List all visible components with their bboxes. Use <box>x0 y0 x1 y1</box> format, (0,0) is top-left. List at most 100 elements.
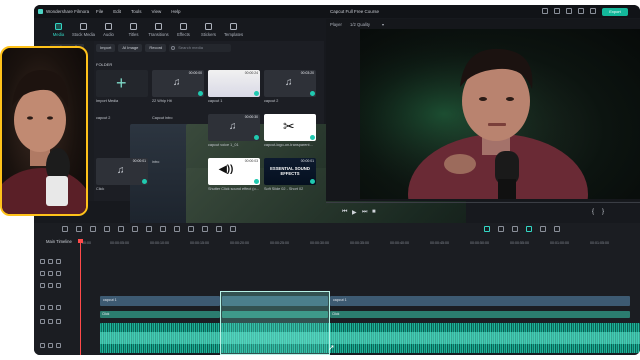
add-icon <box>96 70 148 97</box>
main-timeline-label[interactable]: Main Timeline <box>46 239 72 244</box>
play-icon[interactable]: ▶ <box>352 209 357 216</box>
mark-out-icon[interactable]: } <box>602 209 604 215</box>
select-tool-icon[interactable] <box>62 226 68 232</box>
audio-icon <box>105 23 112 30</box>
time-ruler[interactable]: 00:00 00:00:05:00 00:00:10:00 00:00:15:0… <box>80 241 640 249</box>
folder-label: FOLDER <box>96 62 113 67</box>
snap-icon[interactable] <box>526 226 532 232</box>
prev-frame-icon[interactable]: ⏮ <box>342 209 347 216</box>
media-item[interactable]: 00:00:28intro <box>152 158 466 338</box>
tab-stock-media[interactable]: Stock Media <box>71 19 96 41</box>
redo-icon[interactable] <box>90 226 96 232</box>
mask-icon[interactable] <box>216 226 222 232</box>
keyframe-icon[interactable] <box>202 226 208 232</box>
media-item[interactable]: Import Media <box>96 70 150 108</box>
lock-icon[interactable] <box>48 343 53 348</box>
tab-titles[interactable]: Titles <box>121 19 146 41</box>
video-clip[interactable]: capcut 1 <box>100 296 220 306</box>
zoom-in-icon[interactable] <box>554 226 560 232</box>
track-type-icon <box>40 343 45 348</box>
media-item[interactable]: 00:00:32Capcut intro <box>152 114 466 294</box>
import-button[interactable]: Import <box>96 44 116 52</box>
cloud-icon[interactable] <box>566 8 572 14</box>
lock-icon[interactable] <box>48 283 53 288</box>
mark-in-icon[interactable]: { <box>592 209 594 215</box>
player-header: Player 1/2 Quality ▾ <box>326 19 640 29</box>
media-item[interactable]: 00:03:20capcut 2 <box>96 114 410 294</box>
media-item[interactable]: 00:00:01Click <box>96 158 150 196</box>
tab-effects[interactable]: Effects <box>171 19 196 41</box>
playback-bar: ⏮ ▶ ⏭ ■ { } <box>326 199 640 221</box>
media-item[interactable]: capcut-logo-on-transparent... <box>264 114 318 152</box>
ruler-tick: 00:00:25:00 <box>270 241 289 245</box>
tab-media[interactable]: Media <box>46 19 71 41</box>
menu-edit[interactable]: Edit <box>113 9 121 14</box>
account-icon[interactable] <box>578 8 584 14</box>
ruler-tick: 00:00:10:00 <box>150 241 169 245</box>
eye-icon[interactable] <box>56 305 61 310</box>
text-icon[interactable] <box>146 226 152 232</box>
menu-view[interactable]: View <box>152 9 162 14</box>
ruler-tick: 00:00:55:00 <box>510 241 529 245</box>
ruler-tick: 00:00:05:00 <box>110 241 129 245</box>
mute-icon[interactable] <box>56 343 61 348</box>
search-icon <box>171 46 176 50</box>
lock-icon[interactable] <box>48 319 53 324</box>
split-icon[interactable] <box>118 226 124 232</box>
player-tab[interactable]: Player <box>330 22 342 27</box>
playhead[interactable] <box>78 239 83 355</box>
ai-cutout-icon[interactable] <box>230 226 236 232</box>
menu-tools[interactable]: Tools <box>131 9 142 14</box>
eye-icon[interactable] <box>56 283 61 288</box>
color-icon[interactable] <box>174 226 180 232</box>
media-item[interactable]: 00:00:01 ESSENTIAL SOUND EFFECTS Soft Slid… <box>264 158 318 196</box>
media-item[interactable]: 00:00:0022 Whip Hit <box>152 70 206 108</box>
media-item[interactable]: 00:03:20capcut 2 <box>264 70 318 108</box>
selection-box <box>220 291 330 355</box>
layout-icon[interactable] <box>542 8 548 14</box>
settings-icon[interactable] <box>590 8 596 14</box>
audio-clip[interactable]: Click <box>100 311 220 318</box>
media-item[interactable]: 00:00:30capcut voice 1_01 <box>208 114 262 152</box>
speed-icon[interactable] <box>160 226 166 232</box>
audio-clip[interactable]: Click <box>330 311 630 318</box>
media-item[interactable]: 00:00:03Shutter Click sound effect (o... <box>208 158 262 196</box>
stop-icon[interactable]: ■ <box>372 209 376 215</box>
player-panel: Player 1/2 Quality ▾ <box>326 19 640 201</box>
tab-templates[interactable]: Templates <box>221 19 246 41</box>
marker-icon[interactable] <box>498 226 504 232</box>
export-button[interactable]: Export <box>602 8 628 16</box>
render-icon[interactable] <box>484 226 490 232</box>
stickers-icon <box>205 23 212 30</box>
quality-select[interactable]: 1/2 Quality <box>350 22 370 27</box>
crop-icon[interactable] <box>132 226 138 232</box>
audio-tool-icon[interactable] <box>188 226 194 232</box>
notifications-icon[interactable] <box>554 8 560 14</box>
ai-image-button[interactable]: AI Image <box>118 44 143 52</box>
video-thumb: 00:00:24 <box>208 70 260 97</box>
menu-help[interactable]: Help <box>171 9 180 14</box>
tab-audio[interactable]: Audio <box>96 19 121 41</box>
tab-transitions[interactable]: Transitions <box>146 19 171 41</box>
media-item[interactable]: 00:00:24 capcut 1 <box>208 70 262 108</box>
search-input[interactable]: Search media <box>169 44 232 52</box>
mute-icon[interactable] <box>56 319 61 324</box>
mic-icon[interactable] <box>512 226 518 232</box>
media-icon <box>55 23 62 30</box>
title-bar: Wondershare Filmora File Edit Tools View… <box>34 5 640 18</box>
seek-bar[interactable] <box>326 202 640 203</box>
delete-icon[interactable] <box>104 226 110 232</box>
app-name: Wondershare Filmora <box>46 9 90 14</box>
sfx-thumb: 00:00:01 ESSENTIAL SOUND EFFECTS <box>264 158 316 185</box>
next-frame-icon[interactable]: ⏭ <box>362 209 367 216</box>
undo-icon[interactable] <box>76 226 82 232</box>
lock-icon[interactable] <box>48 305 53 310</box>
record-button[interactable]: Record <box>145 44 167 52</box>
track-header <box>40 251 80 264</box>
video-preview[interactable] <box>360 29 640 199</box>
menu-file[interactable]: File <box>96 9 103 14</box>
zoom-out-icon[interactable] <box>540 226 546 232</box>
audio-waveform[interactable] <box>100 323 640 353</box>
tab-stickers[interactable]: Stickers <box>196 19 221 41</box>
video-clip[interactable]: capcut 1 <box>330 296 630 306</box>
